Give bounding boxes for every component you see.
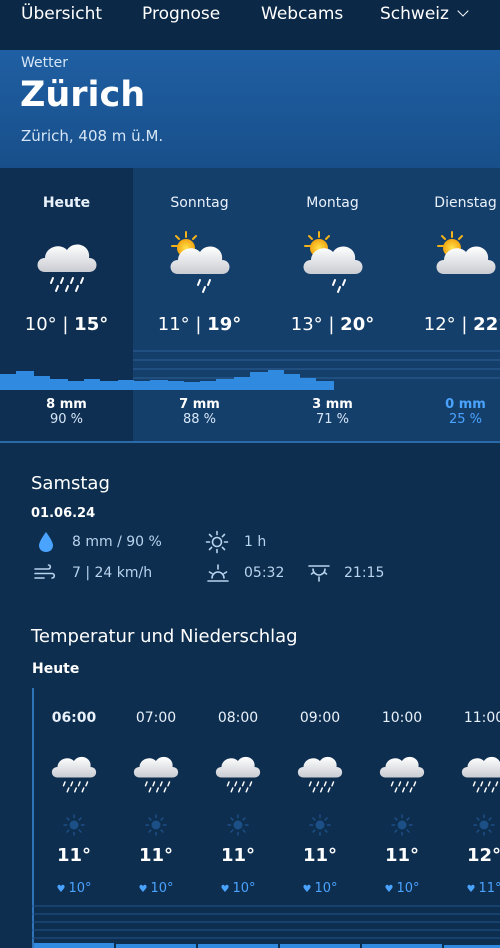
rain-cloud-icon	[51, 756, 97, 793]
hour-time: 08:00	[217, 710, 259, 726]
sun-cloud-rain-icon	[303, 231, 362, 293]
heart-icon: ♥	[220, 884, 230, 895]
details-wind: 7 | 24 km/h	[72, 565, 153, 581]
hour-time: 07:00	[135, 710, 177, 726]
hourly-forecast[interactable]: 06:00 11° ♥ 10° 07:00 11° ♥ 10° 08:00 11…	[32, 688, 500, 948]
sun-cloud-icon	[436, 231, 495, 274]
details-sunshine: 1 h	[244, 534, 267, 550]
hour-temperature: 12°	[466, 845, 500, 866]
rain-cloud-icon	[461, 756, 500, 793]
sunset-icon	[308, 565, 330, 582]
rain-cloud-icon	[379, 756, 425, 793]
hour-dewpoint: ♥ 10°	[384, 881, 420, 896]
day-name: Montag	[306, 195, 359, 211]
details-date: 01.06.24	[31, 506, 96, 521]
sunrise-icon	[207, 564, 229, 582]
sun-outline-icon	[391, 814, 413, 836]
hour-dewpoint: ♥ 10°	[302, 881, 338, 896]
temperature-day-label: Heute	[32, 661, 80, 677]
hour-temperature: 11°	[220, 845, 256, 866]
nav-item-prognose[interactable]: Prognose	[142, 4, 220, 24]
temp-high: 15°	[74, 314, 109, 335]
day-precipitation: 7 mm	[179, 397, 220, 412]
top-navigation: Übersicht Prognose Webcams Schweiz	[0, 0, 500, 50]
day-name: Heute	[42, 195, 91, 211]
heart-icon: ♥	[384, 884, 394, 895]
heart-icon: ♥	[138, 884, 148, 895]
hour-dewpoint: ♥ 10°	[220, 881, 256, 896]
hour-temperature: 11°	[384, 845, 420, 866]
temp-high: 19°	[207, 314, 242, 335]
temp-low: 10°	[24, 314, 57, 335]
day-column-heute[interactable]: Heute 10° | 15° 8 mm 90 %	[0, 168, 133, 443]
temp-low: 13°	[290, 314, 323, 335]
day-temperature: 13° | 20°	[290, 314, 375, 335]
day-details: Samstag 01.06.24 8 mm / 90 % 1 h 7 | 24 …	[0, 443, 500, 623]
wind-icon	[34, 564, 56, 579]
nav-item-uebersicht[interactable]: Übersicht	[21, 4, 102, 24]
temp-high: 22°	[473, 314, 500, 335]
day-column-dienstag[interactable]: Dienstag 12° | 22° 0 mm 25 %	[399, 168, 500, 443]
day-column-sonntag[interactable]: Sonntag 11° | 19° 7 mm 88 %	[133, 168, 266, 443]
rain-cloud-icon	[37, 244, 96, 292]
day-temperature: 12° | 22°	[399, 314, 500, 335]
day-column-montag[interactable]: Montag 13° | 20° 3 mm 71 %	[266, 168, 399, 443]
hour-temperature: 11°	[56, 845, 92, 866]
sun-outline-icon	[227, 814, 249, 836]
day-name: Dienstag	[434, 195, 497, 211]
heart-icon: ♥	[466, 884, 476, 895]
nav-region-label: Schweiz	[380, 4, 449, 24]
day-precipitation: 8 mm	[46, 397, 87, 412]
hourly-chart-gridlines	[32, 905, 500, 948]
raindrop-icon	[39, 532, 53, 552]
temperature-section-title: Temperatur und Niederschlag	[31, 626, 298, 647]
hour-time: 11:00	[463, 710, 500, 726]
hour-dewpoint: ♥ 11°	[466, 881, 500, 896]
location-kicker: Wetter	[21, 55, 68, 71]
day-temperature: 10° | 15°	[24, 314, 109, 335]
location-subtitle: Zürich, 408 m ü.M.	[21, 127, 164, 145]
hour-temperature: 11°	[138, 845, 174, 866]
hour-temperature: 11°	[302, 845, 338, 866]
precipitation-bars	[0, 370, 334, 390]
page-title: Zürich	[20, 75, 146, 115]
details-sunset: 21:15	[344, 565, 385, 581]
location-header: Wetter Zürich Zürich, 408 m ü.M.	[0, 50, 500, 168]
day-probability: 90 %	[49, 412, 84, 427]
temp-low: 12°	[423, 314, 456, 335]
temp-low: 11°	[157, 314, 190, 335]
day-probability: 88 %	[182, 412, 217, 427]
details-precipitation: 8 mm / 90 %	[72, 534, 162, 550]
day-precipitation: 3 mm	[312, 397, 353, 412]
sun-outline-icon	[309, 814, 331, 836]
hour-time: 10:00	[381, 710, 423, 726]
heart-icon: ♥	[56, 884, 66, 895]
hour-time: 09:00	[299, 710, 341, 726]
hour-dewpoint: ♥ 10°	[138, 881, 174, 896]
chevron-down-icon	[457, 5, 469, 17]
day-probability: 71 %	[315, 412, 350, 427]
nav-item-webcams[interactable]: Webcams	[261, 4, 343, 24]
nav-item-region[interactable]: Schweiz	[380, 4, 469, 24]
sun-outline-icon	[473, 814, 495, 836]
day-name: Sonntag	[170, 195, 229, 211]
rain-cloud-icon	[215, 756, 261, 793]
day-temperature: 11° | 19°	[157, 314, 242, 335]
rain-cloud-icon	[297, 756, 343, 793]
sun-icon	[205, 530, 229, 554]
heart-icon: ♥	[302, 884, 312, 895]
hour-dewpoint: ♥ 10°	[56, 881, 92, 896]
sun-outline-icon	[63, 814, 85, 836]
rain-cloud-icon	[133, 756, 179, 793]
details-sunrise: 05:32	[244, 565, 285, 581]
sun-outline-icon	[145, 814, 167, 836]
day-precipitation: 0 mm	[445, 397, 486, 412]
details-title: Samstag	[31, 473, 110, 494]
sun-cloud-rain-icon	[170, 231, 229, 293]
hour-time: 06:00	[51, 710, 97, 726]
temp-high: 20°	[340, 314, 375, 335]
forecast-strip: Heute 10° | 15° 8 mm 90 % Sonntag 11° | …	[0, 168, 500, 443]
day-probability: 25 %	[448, 412, 483, 427]
